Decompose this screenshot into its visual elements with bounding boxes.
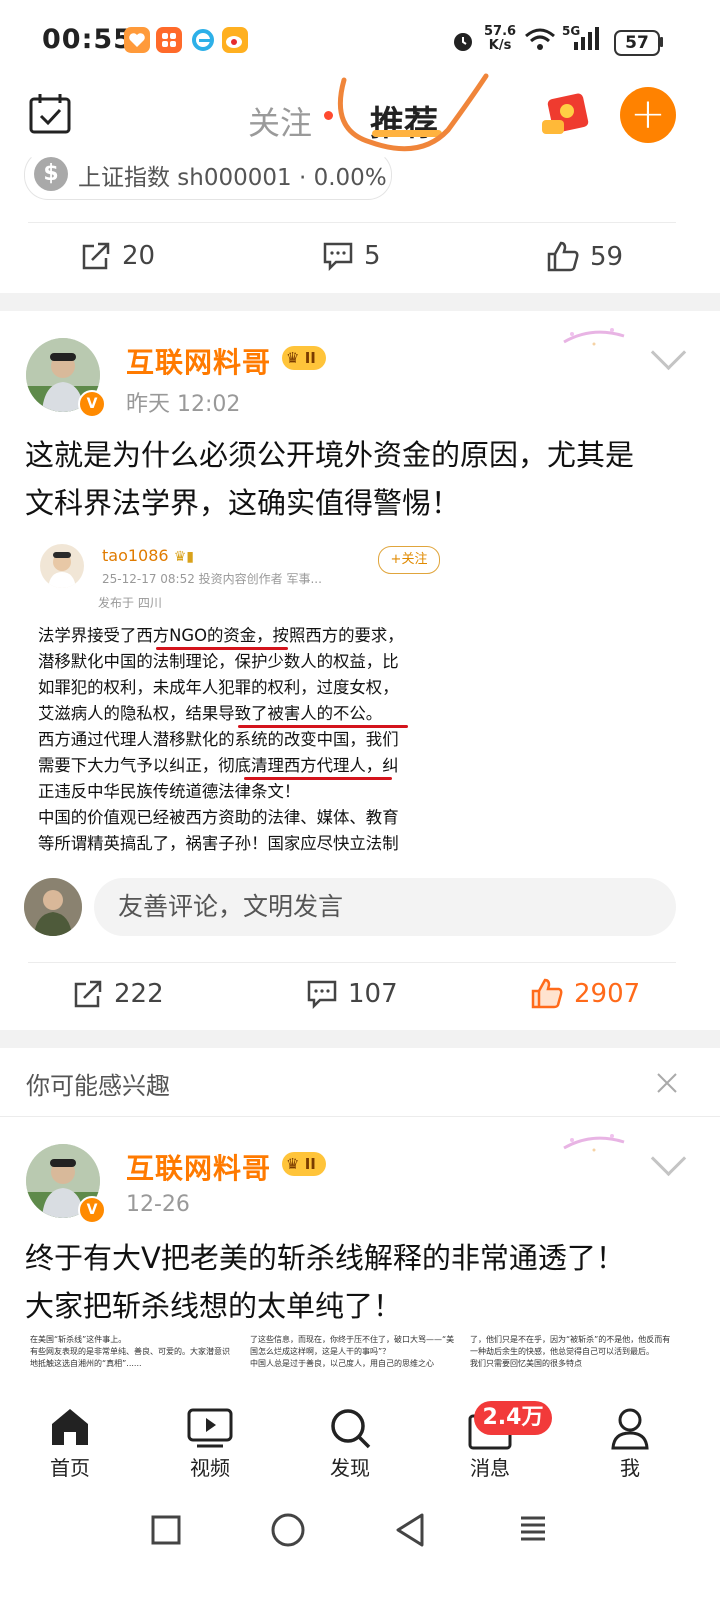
like-button[interactable]: 2907 [530, 977, 640, 1011]
embedded-line: 西方通过代理人潜移默化的系统的改变中国，我们 [38, 730, 399, 749]
home-icon [52, 1409, 88, 1445]
embedded-avatar [40, 544, 84, 588]
thumb-up-icon [547, 241, 579, 272]
level-badge-label: II [304, 349, 316, 367]
browser-app-icon [190, 27, 216, 53]
thumb-up-icon [531, 978, 563, 1009]
dollar-icon: $ [34, 157, 68, 191]
red-underline [244, 777, 392, 780]
embedded-line: 等所谓精英搞乱了，祸害子孙！国家应尽快立法制 [38, 834, 399, 853]
red-underline [238, 725, 408, 728]
heart-app-icon [124, 27, 150, 53]
weibo-app-icon [222, 27, 248, 53]
post-image[interactable]: 了，他们只是不在乎，因为“被斩杀”的不是他，他反而有一种劫后余生的快感，他总觉得… [470, 1334, 675, 1396]
status-bar: 00:55 57.6 K/s 5G 57 [0, 0, 720, 80]
network-speed: 57.6 K/s [484, 24, 517, 53]
like-button[interactable]: 59 [546, 240, 623, 274]
embedded-username: tao1086 ♛▮ [102, 546, 194, 565]
video-icon [187, 1408, 233, 1448]
comment-input[interactable]: 友善评论，文明发言 [94, 878, 676, 936]
embedded-line: 中国的价值观已经被西方资助的法律、媒体、教育 [38, 808, 399, 827]
profile-icon [611, 1408, 649, 1450]
tab-follow[interactable]: 关注 [248, 98, 312, 144]
post-time: 昨天 12:02 [126, 392, 241, 417]
red-underline [156, 647, 288, 650]
home-system-button[interactable] [270, 1512, 306, 1552]
alarm-icon [450, 28, 476, 58]
post-time: 12-26 [126, 1192, 190, 1217]
verified-badge: V [78, 390, 106, 418]
post-username[interactable]: 互联网料哥 [126, 341, 271, 381]
divider [28, 222, 676, 223]
comment-button[interactable]: 107 [306, 978, 398, 1010]
comment-icon [323, 242, 353, 272]
system-nav-bar [0, 1496, 720, 1610]
red-envelope-icon[interactable] [540, 92, 592, 142]
repost-button[interactable]: 222 [72, 978, 164, 1010]
wifi-icon [524, 26, 556, 56]
embedded-location: 发布于 四川 [98, 596, 162, 610]
embedded-line: 潜移默化中国的法制理论，保护少数人的权益，比 [38, 652, 399, 671]
battery-indicator: 57 [614, 30, 660, 56]
verified-badge: V [78, 1196, 106, 1224]
chevron-down-icon[interactable] [650, 1140, 687, 1177]
repost-count: 222 [114, 979, 164, 1009]
messages-badge: 2.4万 [474, 1401, 552, 1435]
embedded-line: 艾滋病人的隐私权，结果导致了被害人的不公。 [38, 704, 383, 723]
close-icon[interactable] [656, 1072, 678, 1098]
embedded-line: 如罪犯的权利，未成年人犯罪的权利，过度女权， [38, 678, 399, 697]
my-avatar[interactable] [24, 878, 82, 936]
divider [28, 962, 676, 963]
chevron-down-icon[interactable] [650, 334, 687, 371]
embedded-line: 需要下大力气予以纠正，彻底清理西方代理人，纠 [38, 756, 399, 775]
comment-count: 107 [348, 979, 398, 1009]
menu-lines-icon[interactable] [518, 1514, 548, 1550]
calendar-icon[interactable] [28, 93, 72, 139]
stock-chip-label: 上证指数 sh000001 · 0.00% [78, 165, 387, 191]
comment-icon [307, 980, 337, 1010]
embedded-line: 正违反中华民族传统道德法律条文！ [38, 782, 301, 801]
repost-icon [74, 980, 102, 1008]
handwritten-annotation [337, 73, 489, 152]
repost-button[interactable]: 20 [80, 240, 155, 272]
like-count: 59 [590, 242, 624, 272]
post-text: 这就是为什么必须公开境外资金的原因，尤其是 文科界法学界，这确实值得警惕！ [25, 438, 635, 520]
post-image[interactable]: 了这些信息，而现在，你终于压不住了，破口大骂——“美国怎么烂成这样啊，这是人干的… [250, 1334, 455, 1396]
sparkle-decoration [562, 1128, 626, 1162]
feed-separator [0, 293, 720, 311]
embedded-follow-button: +关注 [378, 546, 440, 574]
post-image[interactable]: tao1086 ♛▮ 25-12-17 08:52 投资内容创作者 军事... … [24, 534, 454, 854]
embedded-meta: 25-12-17 08:52 投资内容创作者 军事... [102, 572, 322, 586]
divider [0, 1116, 720, 1117]
like-count: 2907 [574, 979, 641, 1009]
interest-title: 你可能感兴趣 [26, 1072, 170, 1100]
taobao-app-icon [156, 27, 182, 53]
recents-button[interactable] [150, 1514, 182, 1550]
compose-button[interactable]: + [620, 87, 676, 143]
post-text: 终于有大V把老美的斩杀线解释的非常通透了！ 大家把斩杀线想的太单纯了！ [25, 1241, 625, 1323]
repost-icon [82, 242, 110, 270]
post-image[interactable]: 在美国“斩杀线”这件事上。 有些网友表现的是非常单纯、善良、可爱的。大家潜意识地… [30, 1334, 235, 1396]
comment-button[interactable]: 5 [322, 240, 381, 272]
battery-nub [660, 37, 663, 47]
comment-count: 5 [364, 241, 381, 271]
repost-count: 20 [122, 241, 156, 271]
crown-icon: ♛▮ [173, 549, 194, 565]
level-badge-label: II [304, 1155, 316, 1173]
feed-separator [0, 1030, 720, 1048]
back-button[interactable] [394, 1512, 426, 1552]
sparkle-decoration [562, 322, 626, 356]
embedded-line: 法学界接受了西方NGO的资金，按照西方的要求， [38, 626, 404, 645]
post-username[interactable]: 互联网料哥 [126, 1147, 271, 1187]
level-badge: ♛ II [282, 346, 326, 370]
crown-icon: ♛ [286, 1155, 300, 1173]
crown-icon: ♛ [286, 349, 300, 367]
status-time: 00:55 [42, 24, 133, 55]
search-icon [331, 1409, 371, 1449]
level-badge: ♛ II [282, 1152, 326, 1176]
